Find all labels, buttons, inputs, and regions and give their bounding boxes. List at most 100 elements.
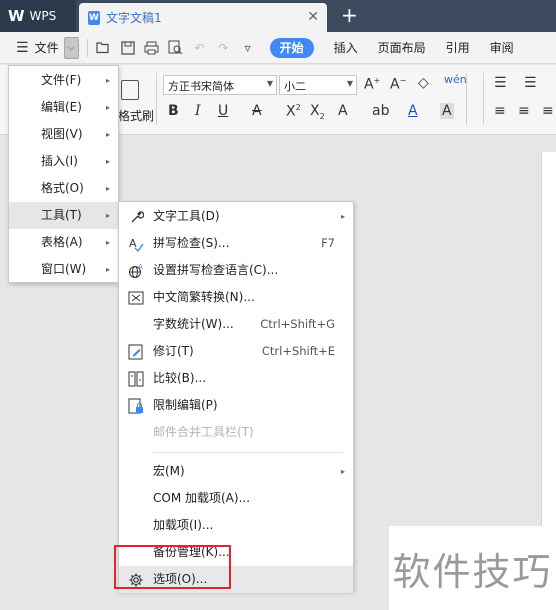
menu-item-macro[interactable]: 宏(M) ▸ xyxy=(119,458,353,485)
menu-item-label: 编辑(E) xyxy=(41,100,82,114)
font-size-select[interactable]: 小二 ▼ xyxy=(279,75,357,95)
menu-item-compare[interactable]: 比较(B)... xyxy=(119,365,353,392)
chevron-right-icon: ▸ xyxy=(105,184,110,193)
format-brush-label[interactable]: 格式刷 xyxy=(118,107,154,124)
file-menu-button[interactable]: 文件 xyxy=(35,39,59,56)
align-center-icon[interactable]: ≡ xyxy=(518,103,530,119)
format-brush-icon[interactable] xyxy=(121,80,139,100)
menu-item-restrict-edit[interactable]: 限制编辑(P) xyxy=(119,392,353,419)
lock-doc-icon xyxy=(128,398,144,414)
italic-icon[interactable]: I xyxy=(195,103,201,119)
tab-start[interactable]: 开始 xyxy=(269,37,314,58)
wps-app-name: WPS xyxy=(29,9,57,23)
menu-item-label: 字数统计(W)... xyxy=(153,317,234,331)
chevron-right-icon: ▸ xyxy=(105,76,110,85)
grow-font-icon[interactable]: A+ xyxy=(364,76,380,93)
tab-insert[interactable]: 插入 xyxy=(334,39,358,56)
menu-item-label: 视图(V) xyxy=(41,127,83,141)
menu-item-label: 格式(O) xyxy=(41,181,84,195)
undo-icon[interactable]: ↶ xyxy=(192,40,208,56)
menu-item-format[interactable]: 格式(O) ▸ xyxy=(9,175,118,202)
menu-item-label: 插入(I) xyxy=(41,154,78,168)
close-tab-icon[interactable]: ✕ xyxy=(307,9,319,25)
shrink-font-icon[interactable]: A− xyxy=(390,76,406,93)
redo-icon[interactable]: ↷ xyxy=(216,40,232,56)
menu-item-spell-check[interactable]: A 拼写检查(S)... F7 xyxy=(119,230,353,257)
tab-review[interactable]: 审阅 xyxy=(490,39,514,56)
document-tab[interactable]: W 文字文稿1 ✕ xyxy=(79,3,327,32)
menu-item-tools[interactable]: 工具(T) ▸ xyxy=(9,202,118,229)
chevron-down-icon: ▼ xyxy=(266,79,273,88)
numbered-list-icon[interactable]: ☰ xyxy=(524,75,537,91)
menu-item-label: 邮件合并工具栏(T) xyxy=(153,425,254,439)
pinyin-guide-icon[interactable]: wén xyxy=(444,73,467,86)
chevron-down-icon: ▼ xyxy=(346,79,353,88)
text-effect-icon[interactable]: A xyxy=(338,103,348,119)
customize-toolbar-icon[interactable]: ▿ xyxy=(240,40,256,56)
menu-item-text-tools[interactable]: 文字工具(D) ▸ xyxy=(119,203,353,230)
superscript-icon[interactable]: X2 xyxy=(286,103,301,120)
eraser-icon[interactable]: ◇ xyxy=(418,75,429,91)
menu-item-label: 文字工具(D) xyxy=(153,209,220,223)
chevron-right-icon: ▸ xyxy=(340,467,345,476)
writer-doc-icon: W xyxy=(88,10,100,25)
char-shading-icon[interactable]: A xyxy=(440,103,454,119)
menu-divider xyxy=(153,452,343,453)
underline-icon[interactable]: U xyxy=(218,103,228,119)
font-name-value: 方正书宋简体 xyxy=(168,80,234,93)
menu-item-shortcut: F7 xyxy=(321,236,335,250)
chinese-convert-icon xyxy=(128,290,144,306)
menu-item-com-addins[interactable]: COM 加载项(A)... xyxy=(119,485,353,512)
file-dropdown-menu: 文件(F) ▸ 编辑(E) ▸ 视图(V) ▸ 插入(I) ▸ 格式(O) ▸ 工具(T)… xyxy=(8,65,119,283)
menu-item-label: 修订(T) xyxy=(153,344,194,358)
align-right-icon[interactable]: ≡ xyxy=(542,103,554,119)
toolbar-divider xyxy=(86,38,88,57)
chevron-right-icon: ▸ xyxy=(105,238,110,247)
tools-submenu: 文字工具(D) ▸ A 拼写检查(S)... F7 A 设置拼写检查语言(C).… xyxy=(118,201,354,593)
font-name-select[interactable]: 方正书宋简体 ▼ xyxy=(163,75,277,95)
chevron-right-icon: ▸ xyxy=(105,265,110,274)
menu-item-revision[interactable]: 修订(T) Ctrl+Shift+E xyxy=(119,338,353,365)
subscript-icon[interactable]: X2 xyxy=(310,103,325,121)
open-folder-icon[interactable] xyxy=(96,40,112,56)
menu-item-addins[interactable]: 加载项(I)... xyxy=(119,512,353,539)
new-tab-icon[interactable]: + xyxy=(341,3,358,27)
print-icon[interactable] xyxy=(144,40,160,56)
chevron-right-icon: ▸ xyxy=(105,103,110,112)
bold-icon[interactable]: B xyxy=(168,103,179,119)
menu-item-shortcut: Ctrl+Shift+G xyxy=(260,317,335,331)
menu-item-insert[interactable]: 插入(I) ▸ xyxy=(9,148,118,175)
menu-item-mail-merge: 邮件合并工具栏(T) xyxy=(119,419,353,446)
highlight-icon[interactable]: ab xyxy=(372,103,389,119)
save-icon[interactable] xyxy=(120,40,136,56)
menu-item-file[interactable]: 文件(F) ▸ xyxy=(9,67,118,94)
font-color-icon[interactable]: A xyxy=(408,103,418,119)
watermark: 软件技巧 xyxy=(389,526,556,610)
menu-item-label: 文件(F) xyxy=(41,73,82,87)
font-size-value: 小二 xyxy=(284,80,306,93)
chevron-right-icon: ▸ xyxy=(340,212,345,221)
menu-item-label: COM 加载项(A)... xyxy=(153,491,251,505)
chevron-right-icon: ▸ xyxy=(105,211,110,220)
menu-item-window[interactable]: 窗口(W) ▸ xyxy=(9,256,118,283)
tab-page-layout[interactable]: 页面布局 xyxy=(378,39,426,56)
menu-item-label: 宏(M) xyxy=(153,464,185,478)
menu-item-spell-language[interactable]: A 设置拼写检查语言(C)... xyxy=(119,257,353,284)
quick-toolbar: ☰ 文件 ⌵ ↶ ↷ ▿ 开始 插入 页面布局 引用 审阅 xyxy=(0,32,556,64)
menu-item-label: 加载项(I)... xyxy=(153,518,214,532)
strikethrough-icon[interactable]: A xyxy=(252,103,262,119)
tab-references[interactable]: 引用 xyxy=(446,39,470,56)
menu-item-view[interactable]: 视图(V) ▸ xyxy=(9,121,118,148)
chevron-down-icon[interactable]: ⌵ xyxy=(63,36,79,59)
print-preview-icon[interactable] xyxy=(168,40,184,56)
menu-item-edit[interactable]: 编辑(E) ▸ xyxy=(9,94,118,121)
menu-item-word-count[interactable]: 字数统计(W)... Ctrl+Shift+G xyxy=(119,311,353,338)
hamburger-icon[interactable]: ☰ xyxy=(16,40,29,56)
align-left-icon[interactable]: ≡ xyxy=(494,103,506,119)
wps-home-tab[interactable]: W WPS xyxy=(0,0,76,32)
bullet-list-icon[interactable]: ☰ xyxy=(494,75,507,91)
chevron-right-icon: ▸ xyxy=(105,130,110,139)
menu-item-label: 设置拼写检查语言(C)... xyxy=(153,263,279,277)
menu-item-table[interactable]: 表格(A) ▸ xyxy=(9,229,118,256)
menu-item-chinese-convert[interactable]: 中文简繁转换(N)... xyxy=(119,284,353,311)
